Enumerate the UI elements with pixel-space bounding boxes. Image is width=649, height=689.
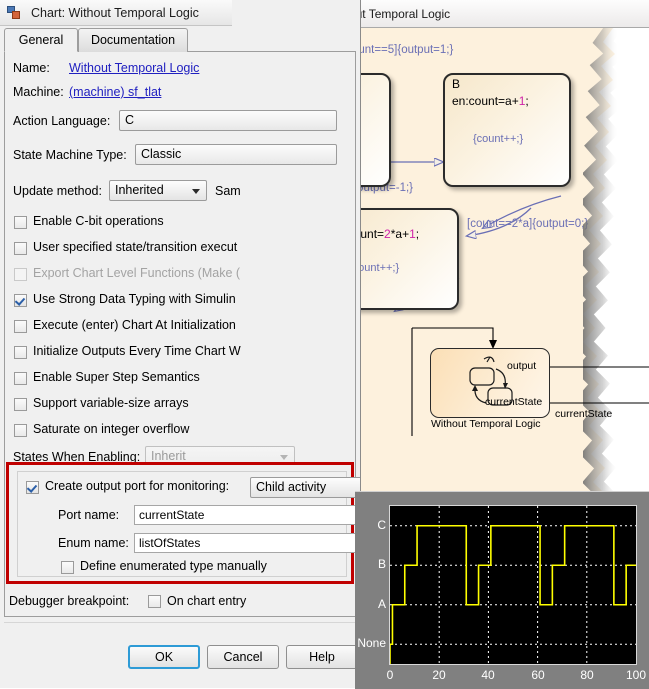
transition-label-3: [count==2*a]{output=0;} — [467, 218, 588, 230]
monitoring-highlight-box: Create output port for monitoring: Child… — [6, 462, 354, 584]
sample-time-label: Sam — [215, 184, 241, 198]
checkbox-variable-size-arrays[interactable] — [14, 398, 27, 411]
name-label: Name: — [13, 61, 50, 75]
chevron-down-icon-disabled — [280, 455, 288, 460]
port-label-currentstate: currentState — [485, 396, 542, 408]
checkbox-label-variable-size: Support variable-size arrays — [33, 396, 189, 410]
checkbox-initialize-outputs[interactable] — [14, 346, 27, 359]
scope-ytick-a: A — [355, 597, 386, 611]
monitoring-group: Create output port for monitoring: Child… — [17, 471, 347, 577]
stateflow-chart-icon — [7, 6, 22, 20]
update-method-value: Inherited — [115, 183, 164, 197]
state-machine-type-value: Classic — [141, 147, 181, 161]
checkbox-label-execute-at-init: Execute (enter) Chart At Initialization — [33, 318, 236, 332]
scope-window[interactable]: None A B C 0 20 40 60 80 100 — [355, 491, 649, 689]
enum-name-input[interactable]: listOfStates — [134, 533, 360, 553]
dialog-titlebar: Chart: Without Temporal Logic — [0, 0, 232, 26]
tab-general[interactable]: General — [4, 28, 78, 52]
scope-xtick-100: 100 — [616, 668, 649, 682]
state-B-during: {count++;} — [473, 133, 523, 145]
state-machine-type-combo[interactable]: Classic — [135, 144, 337, 165]
machine-link[interactable]: (machine) sf_tlat — [69, 85, 161, 99]
checkbox-label-enable-c-bit: Enable C-bit operations — [33, 214, 164, 228]
enum-name-label: Enum name: — [58, 536, 129, 550]
tab-documentation[interactable]: Documentation — [78, 28, 188, 52]
label-define-enum-manually: Define enumerated type manually — [80, 559, 267, 573]
checkbox-enable-c-bit[interactable] — [14, 216, 27, 229]
state-B-name: B — [452, 77, 460, 91]
scope-xtick-40: 40 — [468, 668, 508, 682]
scope-ytick-none: None — [355, 636, 386, 650]
checkbox-label-initialize-outputs: Initialize Outputs Every Time Chart W — [33, 344, 241, 358]
checkbox-define-enum-manually[interactable] — [61, 561, 74, 574]
checkbox-label-strong-data-typing: Use Strong Data Typing with Simulin — [33, 292, 236, 306]
cancel-button[interactable]: Cancel — [207, 645, 279, 669]
monitor-type-combo[interactable]: Child activity — [250, 477, 360, 498]
action-language-combo[interactable]: C — [119, 110, 337, 131]
state-machine-type-label: State Machine Type: — [13, 148, 127, 162]
dialog-button-bar: OK Cancel Help — [4, 622, 356, 687]
states-when-enabling-value: Inherit — [151, 449, 186, 463]
action-language-label: Action Language: — [13, 114, 110, 128]
checkbox-label-export-chart-level: Export Chart Level Functions (Make ( — [33, 266, 240, 280]
update-method-label: Update method: — [13, 184, 102, 198]
checkbox-execute-at-initialization[interactable] — [14, 320, 27, 333]
state-B[interactable]: B en:count=a+1; {count++;} — [443, 73, 571, 187]
checkbox-strong-data-typing[interactable] — [14, 294, 27, 307]
signal-label-currentstate: currentState — [555, 408, 612, 420]
checkbox-export-chart-level-functions — [14, 268, 27, 281]
debugger-breakpoint-label: Debugger breakpoint: — [9, 594, 129, 608]
scope-xtick-20: 20 — [419, 668, 459, 682]
scope-xtick-60: 60 — [518, 668, 558, 682]
scope-xtick-0: 0 — [370, 668, 410, 682]
action-language-value: C — [125, 113, 134, 127]
label-on-chart-entry: On chart entry — [167, 594, 246, 608]
tab-strip: General Documentation — [4, 28, 356, 52]
scope-waveform — [390, 506, 636, 664]
port-name-label: Port name: — [58, 508, 119, 522]
help-button[interactable]: Help — [286, 645, 358, 669]
checkbox-create-output-port[interactable] — [26, 481, 39, 494]
state-B-entry: en:count=a+1; — [452, 94, 529, 108]
scope-ytick-c: C — [355, 518, 386, 532]
simulink-mini-model: output currentState currentState Without… — [411, 318, 649, 438]
checkbox-super-step-semantics[interactable] — [14, 372, 27, 385]
monitor-type-value: Child activity — [256, 480, 326, 494]
scope-ytick-b: B — [355, 557, 386, 571]
checkbox-label-saturate: Saturate on integer overflow — [33, 422, 189, 436]
dialog-title: Chart: Without Temporal Logic — [31, 6, 199, 20]
enum-name-value: listOfStates — [139, 536, 200, 550]
machine-label: Machine: — [13, 85, 64, 99]
dialog-content: General Documentation Name: Without Temp… — [0, 26, 360, 688]
scope-plot-area[interactable] — [389, 505, 637, 665]
ok-button[interactable]: OK — [128, 645, 200, 669]
label-create-output-port: Create output port for monitoring: — [45, 479, 229, 493]
checkbox-on-chart-entry[interactable] — [148, 595, 161, 608]
chevron-down-icon — [192, 189, 200, 194]
port-name-input[interactable]: currentState — [134, 505, 360, 525]
block-label: Without Temporal Logic — [431, 418, 541, 430]
name-link[interactable]: Without Temporal Logic — [69, 61, 199, 75]
chart-properties-dialog: Chart: Without Temporal Logic General Do… — [0, 0, 360, 688]
port-name-value: currentState — [139, 508, 204, 522]
checkbox-saturate-on-overflow[interactable] — [14, 424, 27, 437]
port-label-output: output — [507, 360, 536, 372]
checkbox-user-specified-state-transition[interactable] — [14, 242, 27, 255]
update-method-combo[interactable]: Inherited — [109, 180, 207, 201]
checkbox-label-user-specified: User specified state/transition execut — [33, 240, 237, 254]
scope-xtick-80: 80 — [567, 668, 607, 682]
checkbox-label-super-step: Enable Super Step Semantics — [33, 370, 200, 384]
